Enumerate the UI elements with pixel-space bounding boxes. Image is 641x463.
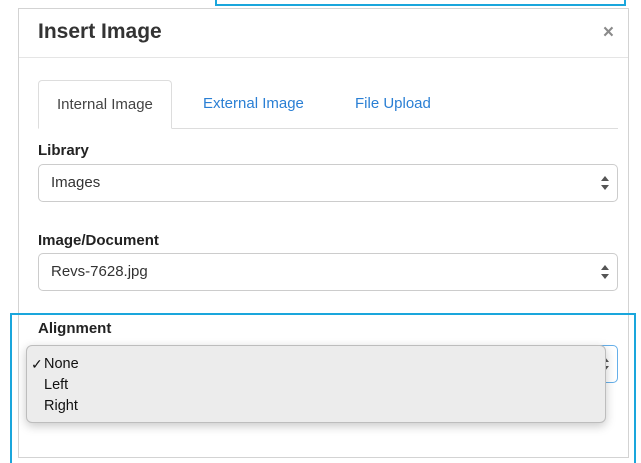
chevron-up-down-icon — [601, 265, 609, 279]
alignment-option-none[interactable]: None — [44, 354, 79, 374]
tab-file-upload[interactable]: File Upload — [355, 80, 431, 128]
alignment-option-right[interactable]: Right — [44, 396, 78, 416]
alignment-dropdown-menu: ✓ None Left Right — [26, 345, 606, 423]
checkmark-icon: ✓ — [31, 356, 43, 372]
tab-bar: Internal Image External Image File Uploa… — [38, 80, 618, 129]
image-document-select-value: Revs-7628.jpg — [51, 263, 148, 280]
image-document-select[interactable]: Revs-7628.jpg — [38, 253, 618, 291]
tab-internal-image[interactable]: Internal Image — [38, 80, 172, 129]
library-select[interactable]: Images — [38, 164, 618, 202]
library-label: Library — [38, 142, 89, 159]
image-document-label: Image/Document — [38, 232, 159, 249]
library-select-value: Images — [51, 174, 101, 191]
tab-external-image[interactable]: External Image — [203, 80, 304, 128]
highlight-frame-top — [215, 0, 626, 6]
dialog-title: Insert Image — [38, 20, 162, 43]
chevron-up-down-icon — [601, 176, 609, 190]
dialog-header: Insert Image × — [19, 9, 628, 58]
alignment-option-left[interactable]: Left — [44, 375, 68, 395]
close-icon[interactable]: × — [603, 23, 614, 43]
